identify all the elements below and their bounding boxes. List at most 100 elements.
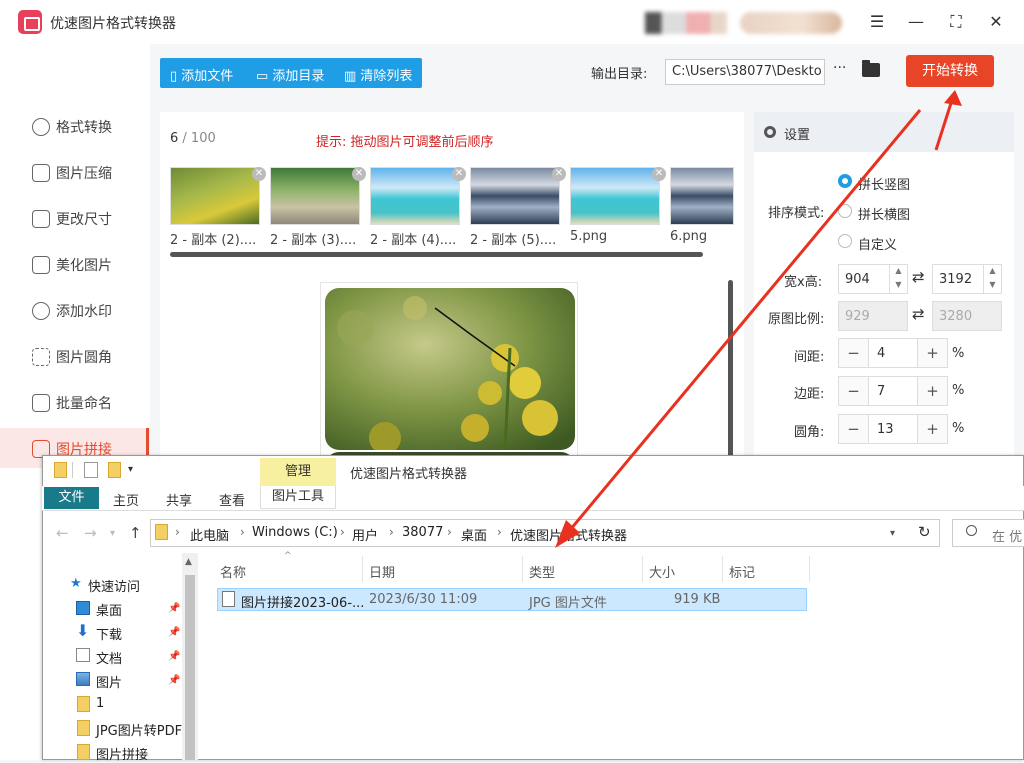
nav-desktop[interactable]: 桌面 [96,600,122,619]
margin-stepper[interactable]: −7 + [838,376,948,406]
remove-thumbnail-icon[interactable]: ✕ [552,167,566,181]
spacing-stepper[interactable]: −4 + [838,338,948,368]
nav-scrollbar-thumb[interactable] [185,575,195,760]
breadcrumb-item[interactable]: 优速图片格式转换器 [510,525,627,544]
pin-icon[interactable]: 📌 [168,651,180,662]
app-logo-icon [18,10,42,34]
column-size[interactable]: 大小 [649,562,675,581]
tab-share[interactable]: 共享 [166,490,192,509]
file-date: 2023/6/30 11:09 [369,592,478,607]
refresh-icon[interactable]: ↻ [918,523,931,541]
nav-folder[interactable]: 1 [96,696,104,711]
thumbnail[interactable] [370,167,460,225]
close-icon[interactable]: ✕ [984,10,1008,34]
breadcrumb-item[interactable]: 桌面 [461,525,487,544]
column-tags[interactable]: 标记 [729,562,755,581]
forward-arrow-icon[interactable]: → [84,524,97,542]
sidebar-item-label: 美化图片 [56,258,112,274]
remove-thumbnail-icon[interactable]: ✕ [652,167,666,181]
nav-folder[interactable]: 图片拼接 [96,744,148,763]
sidebar-item-compress[interactable]: 图片压缩 [28,162,148,184]
column-type[interactable]: 类型 [529,562,555,581]
corner-stepper[interactable]: −13 + [838,414,948,444]
horizontal-scrollbar[interactable] [170,252,703,257]
tab-manage[interactable]: 管理 [260,458,336,486]
remove-thumbnail-icon[interactable]: ✕ [252,167,266,181]
tab-file[interactable]: 文件 [44,487,99,509]
remove-thumbnail-icon[interactable]: ✕ [352,167,366,181]
output-path-field[interactable]: C:\Users\38077\Deskto [665,59,825,85]
sidebar-item-beautify[interactable]: 美化图片 [28,254,148,276]
scroll-up-icon[interactable]: ▲ [185,557,192,567]
swap-icon[interactable]: ⇄ [912,268,925,286]
user-badge[interactable] [740,12,842,34]
folder-icon[interactable] [54,462,67,478]
breadcrumb-item[interactable]: Windows (C:) [252,525,338,540]
nav-quick-access[interactable]: 快速访问 [88,576,140,595]
pin-icon[interactable]: 📌 [168,603,180,614]
file-name[interactable]: 图片拼接2023-06-... [241,592,364,611]
column-date[interactable]: 日期 [369,562,395,581]
column-divider[interactable] [522,556,523,582]
breadcrumb-item[interactable]: 此电脑 [190,525,229,544]
sidebar-item-rename[interactable]: 批量命名 [28,392,148,414]
radio-horizontal[interactable] [838,204,852,218]
increment-button[interactable]: + [917,339,947,367]
thumbnail[interactable] [270,167,360,225]
nav-pictures[interactable]: 图片 [96,672,122,691]
thumbnail[interactable] [470,167,560,225]
avatar[interactable] [645,12,727,34]
maximize-icon[interactable]: ⛶ [944,10,968,34]
increment-button[interactable]: + [917,415,947,443]
chevron-down-icon[interactable]: ▾ [128,464,133,475]
thumbnail[interactable] [570,167,660,225]
tab-home[interactable]: 主页 [113,490,139,509]
decrement-button[interactable]: − [839,415,869,443]
breadcrumb-item[interactable]: 用户 [352,525,378,544]
new-folder-icon[interactable] [108,462,121,478]
sidebar-item-watermark[interactable]: 添加水印 [28,300,148,322]
column-name[interactable]: 名称 [220,562,246,581]
remove-thumbnail-icon[interactable]: ✕ [452,167,466,181]
pin-icon[interactable]: 📌 [168,675,180,686]
column-divider[interactable] [642,556,643,582]
nav-documents[interactable]: 文档 [96,648,122,667]
decrement-button[interactable]: − [839,377,869,405]
tab-view[interactable]: 查看 [219,490,245,509]
add-dir-button[interactable]: ▭ 添加目录 [256,65,324,84]
pin-icon[interactable]: 📌 [168,627,180,638]
decrement-button[interactable]: − [839,339,869,367]
tab-picture-tools[interactable]: 图片工具 [260,486,336,509]
start-convert-button[interactable]: 开始转换 [906,55,994,87]
menu-icon[interactable]: ☰ [865,10,889,34]
sidebar-item-resize[interactable]: 更改尺寸 [28,208,148,230]
thumbnail[interactable] [670,167,734,225]
nav-downloads[interactable]: 下载 [96,624,122,643]
sidebar-item-format-convert[interactable]: 格式转换 [28,116,148,138]
properties-icon[interactable] [84,462,98,478]
clear-list-button[interactable]: ▥ 清除列表 [344,65,412,84]
width-spinner[interactable]: ▲ ▼ [889,264,907,294]
column-divider[interactable] [809,556,810,582]
radio-vertical[interactable] [838,174,852,188]
breadcrumb-item[interactable]: 38077 [402,525,443,540]
up-arrow-icon[interactable]: ↑ [129,524,142,542]
increment-button[interactable]: + [917,377,947,405]
column-divider[interactable] [722,556,723,582]
chevron-down-icon[interactable]: ▾ [110,528,115,539]
minimize-icon[interactable]: — [904,10,928,34]
add-file-button[interactable]: ▯ 添加文件 [170,65,233,84]
nav-folder[interactable]: JPG图片转PDF [96,720,182,739]
radio-vertical-label: 拼长竖图 [858,178,911,193]
height-spinner[interactable]: ▲ ▼ [983,264,1001,294]
chevron-down-icon[interactable]: ▾ [890,528,895,539]
vertical-scrollbar[interactable] [728,280,733,470]
back-arrow-icon[interactable]: ← [56,524,69,542]
sidebar-item-round-corner[interactable]: 图片圆角 [28,346,148,368]
column-divider[interactable] [362,556,363,582]
more-button[interactable]: ··· [833,60,846,76]
radio-custom[interactable] [838,234,852,248]
thumbnail[interactable] [170,167,260,225]
search-placeholder: 在 优 [992,530,1023,545]
folder-icon[interactable] [862,60,880,77]
